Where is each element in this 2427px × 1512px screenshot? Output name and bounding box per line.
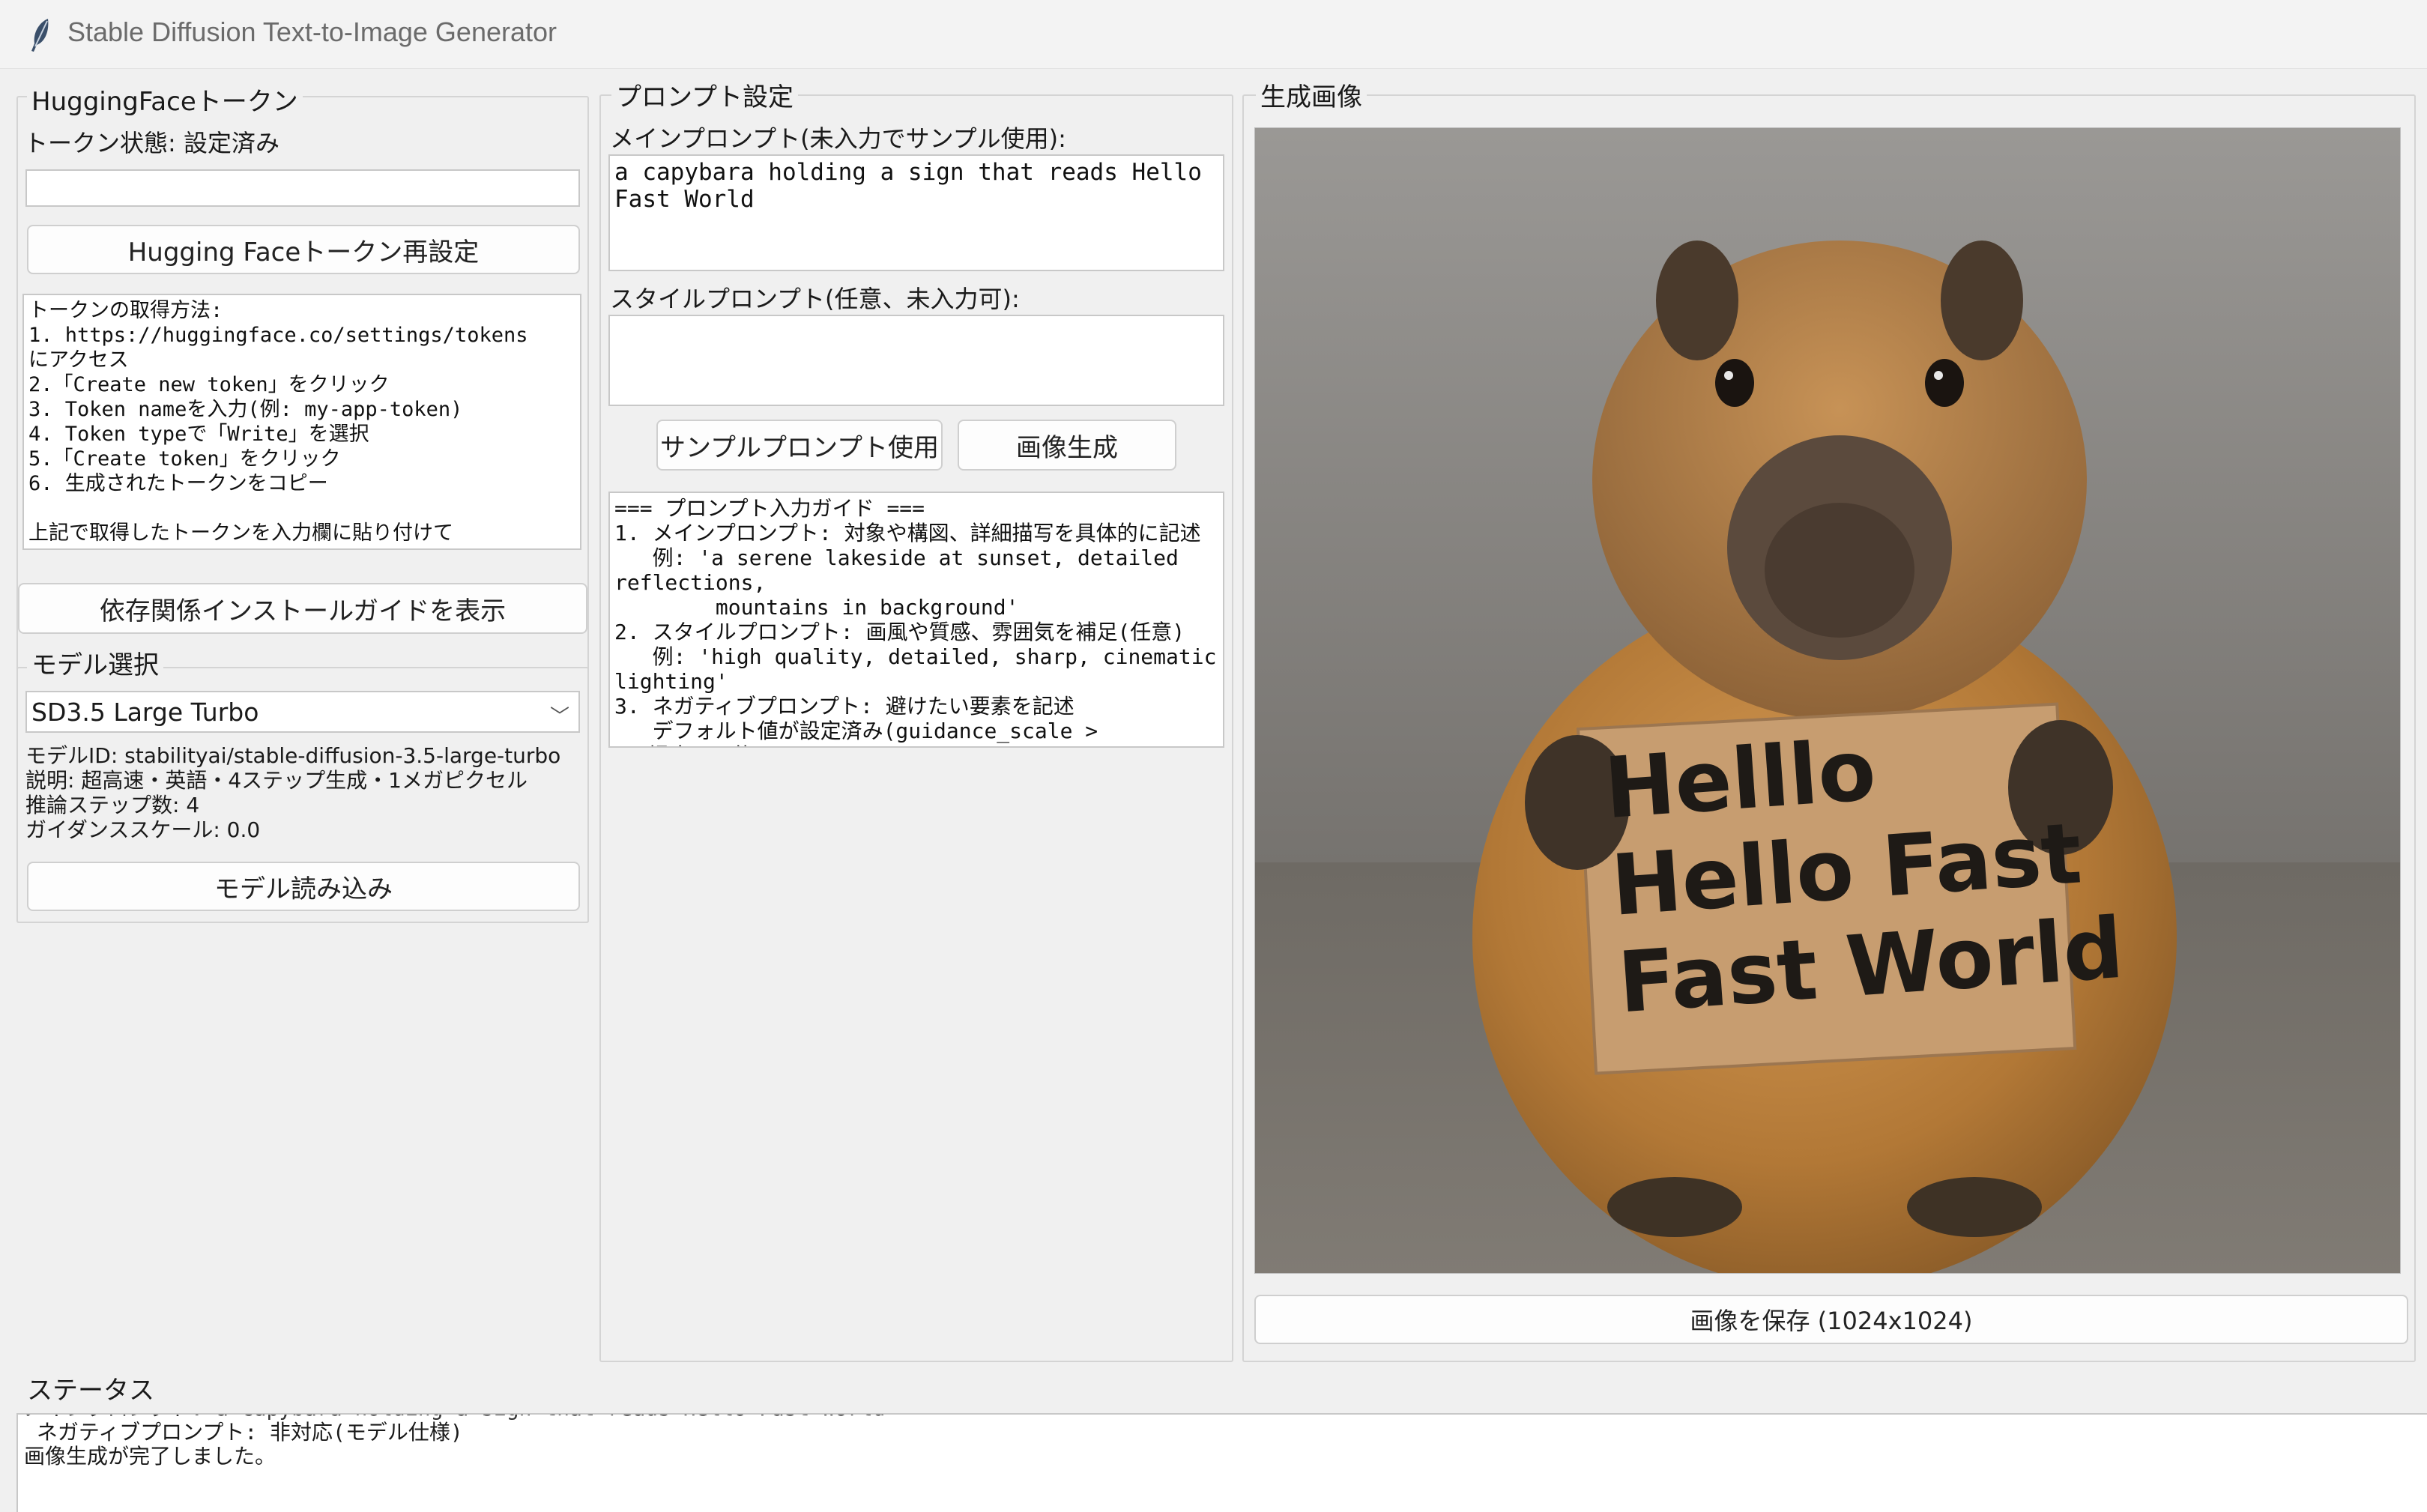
model-load-button[interactable]: モデル読み込み [27, 862, 580, 911]
save-image-button[interactable]: 画像を保存 (1024x1024) [1254, 1295, 2408, 1344]
model-select[interactable]: SD3.5 Large Turbo ﹀ [25, 691, 580, 733]
model-guidance: ガイダンススケール: 0.0 [25, 817, 261, 842]
style-prompt-input[interactable] [608, 315, 1224, 406]
status-log[interactable]: メインプロンプト: a capybara holding a sign that… [16, 1413, 2427, 1512]
status-legend: ステータス [22, 1370, 159, 1406]
style-prompt-label: スタイルプロンプト(任意、未入力可): [610, 285, 1020, 313]
status-line-2: ネガティブプロンプト: 非対応(モデル仕様) [24, 1420, 463, 1445]
sample-prompt-button[interactable]: サンプルプロンプト使用 [656, 420, 943, 471]
model-select-value: SD3.5 Large Turbo [31, 697, 259, 727]
token-instructions[interactable]: トークンの取得方法: 1. https://huggingface.co/set… [22, 294, 581, 550]
token-legend: HuggingFaceトークン [27, 81, 303, 118]
prompt-guide[interactable]: === プロンプト入力ガイド === 1. メインプロンプト: 対象や構図、詳細… [608, 492, 1224, 748]
main-prompt-input[interactable]: a capybara holding a sign that reads Hel… [608, 154, 1224, 271]
prompt-legend: プロンプト設定 [611, 76, 798, 113]
sign-line-1: Helllo [1601, 722, 1879, 838]
feather-icon [31, 19, 49, 52]
token-reset-button[interactable]: Hugging Faceトークン再設定 [27, 225, 580, 274]
status-line-3: 画像生成が完了しました。 [24, 1444, 276, 1469]
window-title: Stable Diffusion Text-to-Image Generator [67, 16, 557, 47]
model-description: 説明: 超高速・英語・4ステップ生成・1メガピクセル [25, 768, 528, 793]
model-id-text: モデルID: stabilityai/stable-diffusion-3.5-… [25, 743, 561, 768]
model-steps: 推論ステップ数: 4 [25, 793, 200, 817]
dependency-guide-button[interactable]: 依存関係インストールガイドを表示 [18, 583, 587, 634]
token-status: トークン状態: 設定済み [24, 129, 279, 157]
token-input[interactable] [25, 169, 580, 207]
model-legend: モデル選択 [27, 644, 163, 681]
image-legend: 生成画像 [1256, 76, 1367, 113]
generated-image: Helllo Hello Fast Fast World [1254, 127, 2401, 1274]
chevron-down-icon[interactable]: ﹀ [550, 701, 569, 729]
generate-image-button[interactable]: 画像生成 [958, 420, 1176, 471]
main-prompt-label: メインプロンプト(未入力でサンプル使用): [610, 124, 1066, 153]
